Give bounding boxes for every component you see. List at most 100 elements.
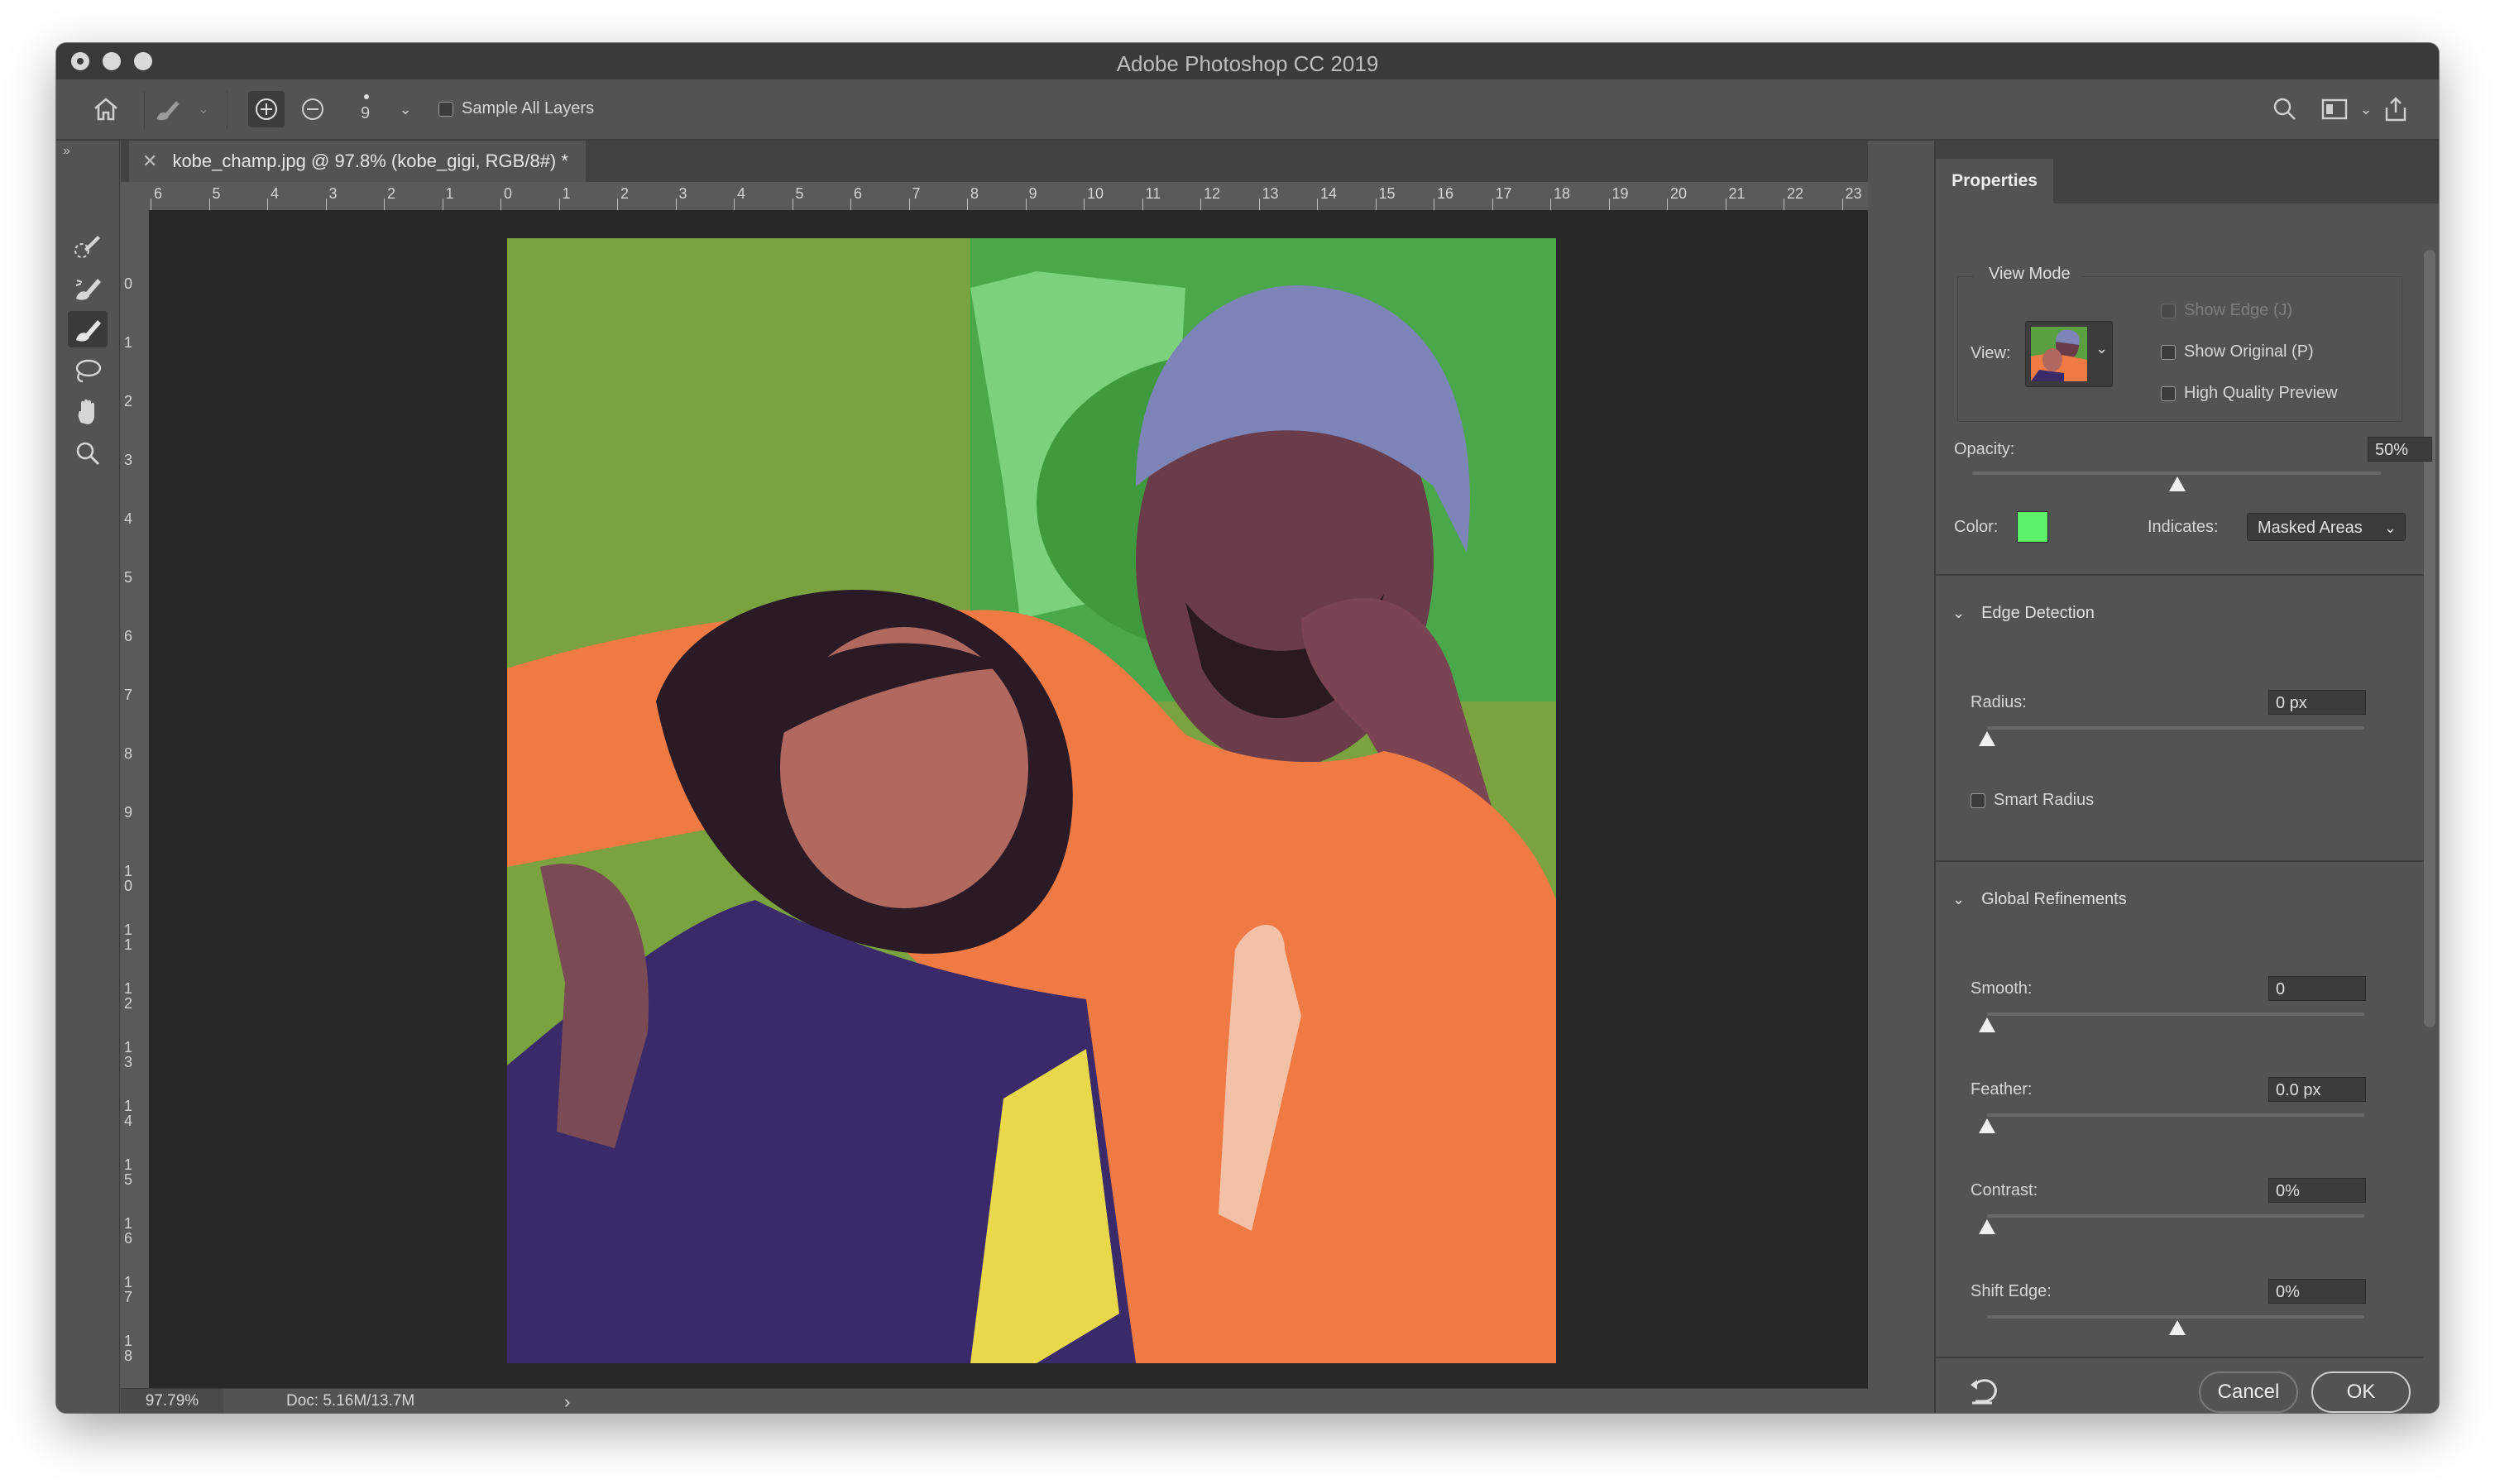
checkbox-icon[interactable] xyxy=(2161,303,2176,318)
collapse-tools-icon[interactable]: » xyxy=(63,144,70,159)
checkbox-icon[interactable] xyxy=(1971,792,1985,808)
shift-edge-slider-thumb[interactable] xyxy=(2169,1320,2186,1335)
vertical-ruler[interactable]: 012345678910111213141516171819 xyxy=(121,210,150,1388)
view-mode-chevron-icon[interactable]: ⌄ xyxy=(2095,340,2108,357)
ruler-v-tick: 16 xyxy=(124,1215,133,1247)
show-edge-label: Show Edge (J) xyxy=(2184,301,2293,319)
add-to-selection-icon[interactable] xyxy=(248,91,285,127)
view-label: View: xyxy=(1971,344,2011,362)
panel-scrollbar[interactable] xyxy=(2424,250,2435,1027)
smooth-slider-track[interactable] xyxy=(1987,1012,2364,1016)
ruler-h-tick: 1 xyxy=(445,185,454,202)
reset-icon[interactable] xyxy=(1967,1376,1999,1412)
checkbox-icon[interactable] xyxy=(2161,385,2176,401)
cancel-button[interactable]: Cancel xyxy=(2199,1372,2298,1413)
brush-tool-icon[interactable] xyxy=(68,311,108,347)
chevron-down-icon[interactable]: ⌄ xyxy=(1952,891,1965,908)
checkbox-icon[interactable] xyxy=(2161,344,2176,360)
smooth-field[interactable]: 0 xyxy=(2268,976,2366,1001)
indicates-dropdown[interactable]: Masked Areas ⌄ xyxy=(2247,513,2406,541)
feather-field[interactable]: 0.0 px xyxy=(2268,1077,2366,1102)
zoom-level[interactable]: 97.79% xyxy=(121,1389,223,1413)
radius-slider-track[interactable] xyxy=(1987,726,2364,730)
edge-detection-title: Edge Detection xyxy=(1981,604,2095,622)
tab-properties[interactable]: Properties xyxy=(1936,159,2053,203)
close-document-icon[interactable]: ✕ xyxy=(142,151,157,172)
contrast-slider-track[interactable] xyxy=(1987,1214,2364,1218)
ruler-h-tick: 22 xyxy=(1787,185,1804,202)
ruler-h-tick: 3 xyxy=(678,185,687,202)
view-thumbnail xyxy=(2031,327,2087,381)
checkbox-icon[interactable] xyxy=(438,101,453,117)
quick-selection-tool-icon[interactable] xyxy=(68,228,108,265)
contrast-field[interactable]: 0% xyxy=(2268,1178,2366,1203)
ruler-h-tick: 3 xyxy=(328,185,338,202)
edge-detection-header[interactable]: ⌄ Edge Detection xyxy=(1952,604,2095,623)
workspace-chevron-icon[interactable]: ⌄ xyxy=(2351,94,2381,124)
radius-field[interactable]: 0 px xyxy=(2268,690,2366,715)
show-original-checkbox[interactable]: Show Original (P) xyxy=(2161,342,2314,361)
ruler-origin[interactable] xyxy=(121,182,150,211)
document-image[interactable] xyxy=(507,238,1556,1363)
sample-all-layers-checkbox[interactable]: Sample All Layers xyxy=(438,99,594,118)
lasso-tool-icon[interactable] xyxy=(68,352,108,389)
ruler-h-tick: 18 xyxy=(1554,185,1571,202)
high-quality-preview-checkbox[interactable]: High Quality Preview xyxy=(2161,384,2338,403)
opacity-field[interactable]: 50% xyxy=(2368,437,2432,462)
opacity-slider-track[interactable] xyxy=(1972,472,2381,475)
document-size[interactable]: Doc: 5.16M/13.7M xyxy=(286,1392,414,1410)
ruler-h-tick: 12 xyxy=(1204,185,1221,202)
status-menu-arrow-icon[interactable]: › xyxy=(564,1391,570,1413)
radius-slider-thumb[interactable] xyxy=(1979,731,1995,746)
home-icon[interactable] xyxy=(91,94,121,124)
contrast-slider-thumb[interactable] xyxy=(1979,1219,1995,1234)
share-icon[interactable] xyxy=(2381,94,2411,124)
ruler-h-tick: 16 xyxy=(1437,185,1454,202)
hand-tool-icon[interactable] xyxy=(68,394,108,430)
tool-panel: » xyxy=(56,141,120,1413)
ruler-v-tick: 14 xyxy=(124,1098,133,1129)
global-refinements-header[interactable]: ⌄ Global Refinements xyxy=(1952,890,2127,909)
indicates-label: Indicates: xyxy=(2148,518,2219,536)
refine-edge-brush-tool-icon[interactable] xyxy=(68,270,108,306)
workspace-icon[interactable] xyxy=(2320,94,2349,124)
show-edge-checkbox[interactable]: Show Edge (J) xyxy=(2161,301,2292,320)
brush-size-chevron-icon[interactable]: ⌄ xyxy=(390,94,420,124)
zoom-tool-icon[interactable] xyxy=(68,435,108,472)
dialog-actions: Cancel OK xyxy=(1936,1372,2424,1413)
opacity-slider-thumb[interactable] xyxy=(2169,476,2186,491)
ruler-v-tick: 9 xyxy=(124,804,133,821)
brush-size-value[interactable]: 9 xyxy=(361,104,370,123)
show-original-label: Show Original (P) xyxy=(2184,342,2314,361)
ruler-h-tick: 8 xyxy=(970,185,979,202)
sample-all-layers-label: Sample All Layers xyxy=(462,99,595,117)
shift-edge-field[interactable]: 0% xyxy=(2268,1279,2366,1304)
brush-preset-chevron-icon[interactable]: ⌄ xyxy=(189,94,218,124)
search-icon[interactable] xyxy=(2270,94,2300,124)
options-bar: ⌄ 9 ⌄ Sample All Layers ⌄ xyxy=(56,79,2439,141)
ruler-v-tick: 4 xyxy=(124,510,133,527)
feather-slider-track[interactable] xyxy=(1987,1113,2364,1117)
view-mode-title: View Mode xyxy=(1974,265,2082,284)
ruler-h-tick: 19 xyxy=(1611,185,1629,202)
ruler-h-tick: 23 xyxy=(1845,185,1862,202)
chevron-down-icon[interactable]: ⌄ xyxy=(1952,605,1965,622)
ruler-v-tick: 3 xyxy=(124,452,133,468)
ruler-h-tick: 2 xyxy=(387,185,396,202)
smart-radius-checkbox[interactable]: Smart Radius xyxy=(1971,791,2094,810)
horizontal-ruler[interactable]: 6 5 4 3 2 1 0 1 2 3 4 5 6 7 8 9 10 11 12 13 14 15 16 17 18 19 20 21… xyxy=(149,182,1868,211)
subtract-from-selection-icon[interactable] xyxy=(298,94,328,124)
ok-button[interactable]: OK xyxy=(2311,1372,2411,1413)
shift-edge-slider-track[interactable] xyxy=(1987,1315,2364,1319)
view-mode-picker[interactable]: ⌄ xyxy=(2025,321,2113,387)
ruler-h-tick: 17 xyxy=(1495,185,1512,202)
brush-size-dot-icon[interactable] xyxy=(364,94,369,99)
brush-preset-icon[interactable] xyxy=(154,94,184,124)
ruler-v-tick: 8 xyxy=(124,745,133,762)
document-tab[interactable]: ✕ kobe_champ.jpg @ 97.8% (kobe_gigi, RGB… xyxy=(129,141,586,182)
ruler-v-tick: 13 xyxy=(124,1039,133,1070)
feather-slider-thumb[interactable] xyxy=(1979,1118,1995,1133)
smooth-slider-thumb[interactable] xyxy=(1979,1017,1995,1032)
overlay-color-swatch[interactable] xyxy=(2017,511,2048,543)
ruler-h-tick: 4 xyxy=(271,185,280,202)
